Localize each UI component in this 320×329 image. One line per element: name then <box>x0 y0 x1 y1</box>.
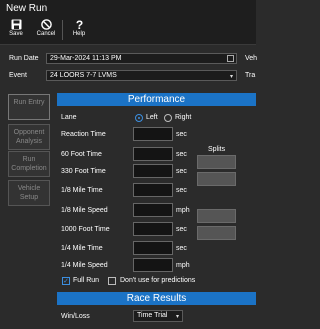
lane-left-radio[interactable] <box>135 114 143 122</box>
sixty-foot-time-unit: sec <box>176 151 187 158</box>
run-date-label: Run Date <box>9 55 39 62</box>
split-box-4[interactable] <box>197 226 236 240</box>
help-button[interactable]: ? Help <box>67 18 91 42</box>
nav-vehicle-setup[interactable]: Vehicle Setup <box>8 180 50 206</box>
quarter-mile-time-input[interactable] <box>133 241 173 255</box>
run-date-value: 29-Mar-2024 11:13 PM <box>50 55 122 62</box>
three-thirty-foot-time-unit: sec <box>176 168 187 175</box>
sixty-foot-time-input[interactable] <box>133 147 173 161</box>
event-dropdown[interactable]: 24 LOORS 7-7 LVMS ▾ <box>46 70 237 81</box>
thousand-foot-time-label: 1000 Foot Time <box>61 226 110 233</box>
thousand-foot-time-unit: sec <box>176 226 187 233</box>
race-results-header: Race Results <box>57 292 256 305</box>
quarter-mile-speed-label: 1/4 Mile Speed <box>61 262 108 269</box>
vehicle-label-clipped: Veh <box>245 55 258 62</box>
event-value: 24 LOORS 7-7 LVMS <box>50 72 117 79</box>
eighth-mile-time-label: 1/8 Mile Time <box>61 187 103 194</box>
chevron-down-icon: ▾ <box>175 314 179 320</box>
win-loss-value: Time Trial <box>137 312 168 319</box>
save-button[interactable]: Save <box>4 18 28 42</box>
quarter-mile-time-unit: sec <box>176 245 187 252</box>
toolbar-divider <box>62 20 63 40</box>
thousand-foot-time-input[interactable] <box>133 222 173 236</box>
split-box-2[interactable] <box>197 172 236 186</box>
svg-text:?: ? <box>75 19 82 30</box>
splits-label: Splits <box>208 146 226 153</box>
quarter-mile-speed-input[interactable] <box>133 258 173 272</box>
performance-header: Performance <box>57 93 256 106</box>
full-run-checkbox[interactable]: ✓ <box>62 277 70 285</box>
cancel-icon <box>40 19 52 30</box>
lane-right-radio[interactable] <box>164 114 172 122</box>
dont-use-predictions-label: Don't use for predictions <box>120 277 196 284</box>
calendar-icon[interactable] <box>227 55 234 62</box>
run-date-field[interactable]: 29-Mar-2024 11:13 PM <box>46 53 237 64</box>
win-loss-dropdown[interactable]: Time Trial ▾ <box>133 310 183 322</box>
save-label: Save <box>9 31 23 37</box>
event-label: Event <box>9 72 27 79</box>
cancel-label: Cancel <box>36 31 56 37</box>
lane-right-label: Right <box>175 114 192 121</box>
three-thirty-foot-time-input[interactable] <box>133 164 173 178</box>
dont-use-predictions-checkbox[interactable] <box>108 277 116 285</box>
quarter-mile-speed-unit: mph <box>176 262 190 269</box>
reaction-time-label: Reaction Time <box>61 131 106 138</box>
full-run-label: Full Run <box>73 277 100 284</box>
chevron-down-icon: ▾ <box>229 74 233 80</box>
cancel-button[interactable]: Cancel <box>34 18 58 42</box>
reaction-time-input[interactable] <box>133 127 173 141</box>
toolbar: Save Cancel ? Help <box>0 16 256 45</box>
split-box-1[interactable] <box>197 155 236 169</box>
eighth-mile-speed-label: 1/8 Mile Speed <box>61 207 108 214</box>
help-icon: ? <box>75 19 82 30</box>
win-loss-label: Win/Loss <box>61 313 90 320</box>
nav-run-entry[interactable]: Run Entry <box>8 94 50 120</box>
eighth-mile-time-input[interactable] <box>133 183 173 197</box>
eighth-mile-speed-unit: mph <box>176 207 190 214</box>
window-title: New Run <box>6 3 48 14</box>
eighth-mile-speed-input[interactable] <box>133 203 173 217</box>
title-bar: New Run <box>0 0 256 16</box>
reaction-time-unit: sec <box>176 131 187 138</box>
sixty-foot-time-label: 60 Foot Time <box>61 151 102 158</box>
help-label: Help <box>72 31 86 37</box>
nav-opponent-analysis[interactable]: Opponent Analysis <box>8 124 50 150</box>
split-box-3[interactable] <box>197 209 236 223</box>
eighth-mile-time-unit: sec <box>176 187 187 194</box>
lane-label: Lane <box>61 114 77 121</box>
save-icon <box>11 19 21 30</box>
track-label-clipped: Tra <box>245 72 256 79</box>
lane-left-label: Left <box>146 114 158 121</box>
three-thirty-foot-time-label: 330 Foot Time <box>61 168 106 175</box>
quarter-mile-time-label: 1/4 Mile Time <box>61 245 103 252</box>
nav-run-completion[interactable]: Run Completion <box>8 151 50 177</box>
